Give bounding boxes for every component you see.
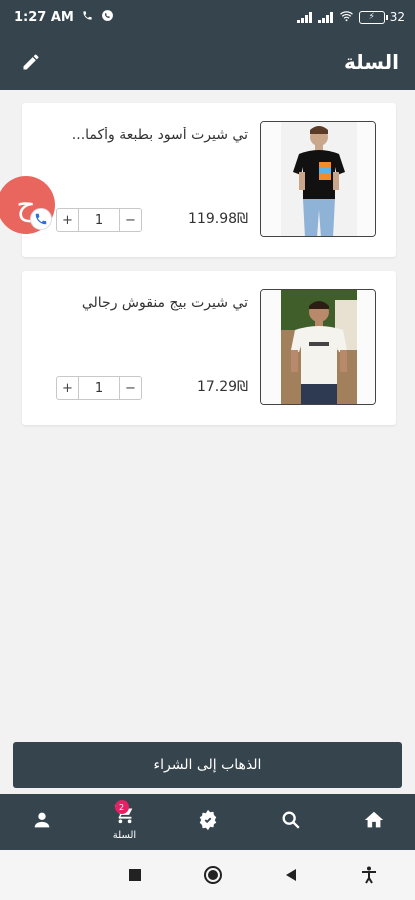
quantity-stepper: + 1 − [56,376,142,400]
product-price: 17.29₪ [196,379,248,395]
product-image[interactable] [260,289,376,405]
quantity-value[interactable]: 1 [78,377,120,399]
increase-quantity-button[interactable]: + [57,209,78,231]
phone-call-icon [82,10,93,25]
signal-icon-2 [317,11,334,23]
page-title: السلة [343,50,399,74]
nav-home[interactable] [344,794,404,850]
decrease-quantity-button[interactable]: − [120,377,141,399]
nav-categories[interactable] [178,794,238,850]
cart-item: تي شيرت أسود بطبعة وأكما... 119.98₪ + 1 … [22,103,396,257]
app-header: السلة [0,34,415,90]
product-name[interactable]: تي شيرت أسود بطبعة وأكما... [48,127,248,143]
system-nav-bar [0,850,415,900]
nav-search[interactable] [261,794,321,850]
signal-icon [296,11,313,23]
accessibility-icon[interactable] [359,865,379,885]
checkout-button[interactable]: الذهاب إلى الشراء [13,742,402,788]
recents-icon[interactable] [125,865,145,885]
status-right: ⚡ 32 [296,10,405,25]
wifi-icon [339,10,354,25]
account-icon [31,809,53,835]
search-icon [280,809,302,835]
cart-count-badge: 2 [114,800,129,814]
pencil-icon[interactable] [18,49,44,75]
product-image[interactable] [260,121,376,237]
quantity-value[interactable]: 1 [78,209,120,231]
cart-item: تي شيرت بيج منقوش رجالي 17.29₪ + 1 − [22,271,396,425]
product-name[interactable]: تي شيرت بيج منقوش رجالي [48,295,248,311]
status-left: 1:27 AM [14,9,114,26]
home-button-icon[interactable] [203,865,223,885]
battery-icon: ⚡ [358,10,388,24]
status-bar: 1:27 AM ⚡ 32 [0,0,415,34]
battery-level: 32 [389,10,405,24]
increase-quantity-button[interactable]: + [57,377,78,399]
status-time: 1:27 AM [14,9,74,25]
bottom-nav: 2 السلة [0,794,415,850]
product-price: 119.98₪ [188,211,248,227]
decrease-quantity-button[interactable]: − [120,209,141,231]
home-icon [363,809,385,835]
whatsapp-icon [101,9,114,26]
nav-account[interactable] [12,794,72,850]
quantity-stepper: + 1 − [56,208,142,232]
phone-icon[interactable] [30,208,52,230]
nav-cart[interactable]: 2 السلة [95,794,155,850]
back-icon[interactable] [281,865,301,885]
categories-icon [197,809,219,835]
nav-cart-label: السلة [112,830,137,841]
